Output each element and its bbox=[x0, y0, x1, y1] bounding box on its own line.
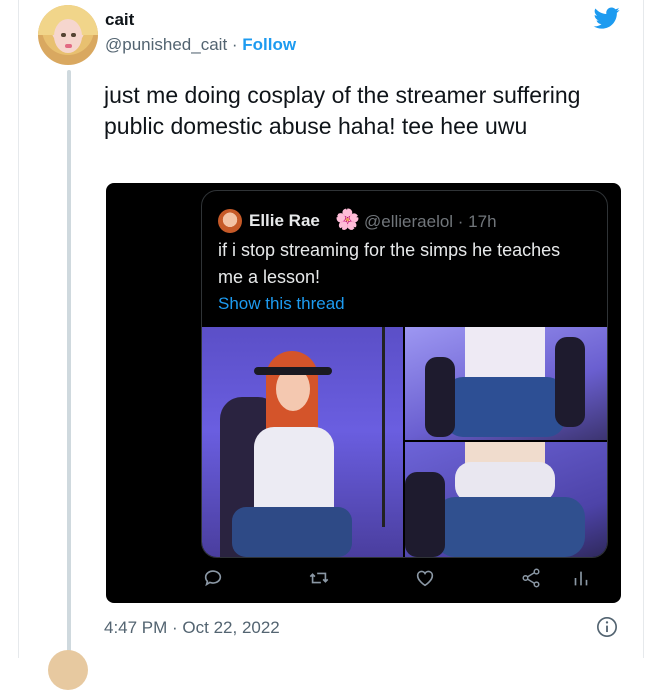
retweet-icon[interactable] bbox=[308, 567, 330, 589]
quoted-tweet[interactable]: Ellie Rae 🌸 @ellieraelol · 17h if i stop… bbox=[201, 190, 608, 558]
action-bar bbox=[106, 562, 621, 594]
tweet-text: just me doing cosplay of the streamer su… bbox=[104, 82, 581, 139]
quoted-author-meta: @ellieraelol · 17h bbox=[364, 212, 497, 231]
flower-emoji-badge: 🌸 bbox=[335, 209, 360, 231]
follow-button[interactable]: Follow bbox=[242, 35, 296, 54]
separator: · bbox=[227, 35, 243, 54]
twitter-bird-icon[interactable] bbox=[592, 5, 622, 31]
author-handle-row: @punished_cait · Follow bbox=[105, 35, 296, 55]
show-thread-link[interactable]: Show this thread bbox=[218, 294, 345, 314]
share-icon[interactable] bbox=[520, 567, 542, 589]
info-icon[interactable] bbox=[596, 616, 618, 638]
author-avatar[interactable] bbox=[38, 5, 98, 65]
tweet-timestamp[interactable]: 4:47 PM · Oct 22, 2022 bbox=[104, 618, 280, 638]
analytics-icon[interactable] bbox=[570, 567, 592, 589]
quoted-photo-3[interactable] bbox=[405, 442, 607, 557]
author-handle[interactable]: @punished_cait bbox=[105, 35, 227, 54]
next-tweet-avatar[interactable] bbox=[48, 650, 88, 690]
quoted-photo-2[interactable] bbox=[405, 327, 607, 440]
quoted-photo-1[interactable] bbox=[202, 327, 403, 557]
reply-icon[interactable] bbox=[202, 567, 224, 589]
quoted-tweet-text: if i stop streaming for the simps he tea… bbox=[218, 240, 561, 287]
quoted-author-avatar[interactable] bbox=[218, 209, 242, 233]
thread-line bbox=[67, 70, 71, 652]
quoted-author-name[interactable]: Ellie Rae bbox=[249, 211, 320, 231]
like-icon[interactable] bbox=[414, 567, 436, 589]
author-display-name[interactable]: cait bbox=[105, 10, 134, 30]
